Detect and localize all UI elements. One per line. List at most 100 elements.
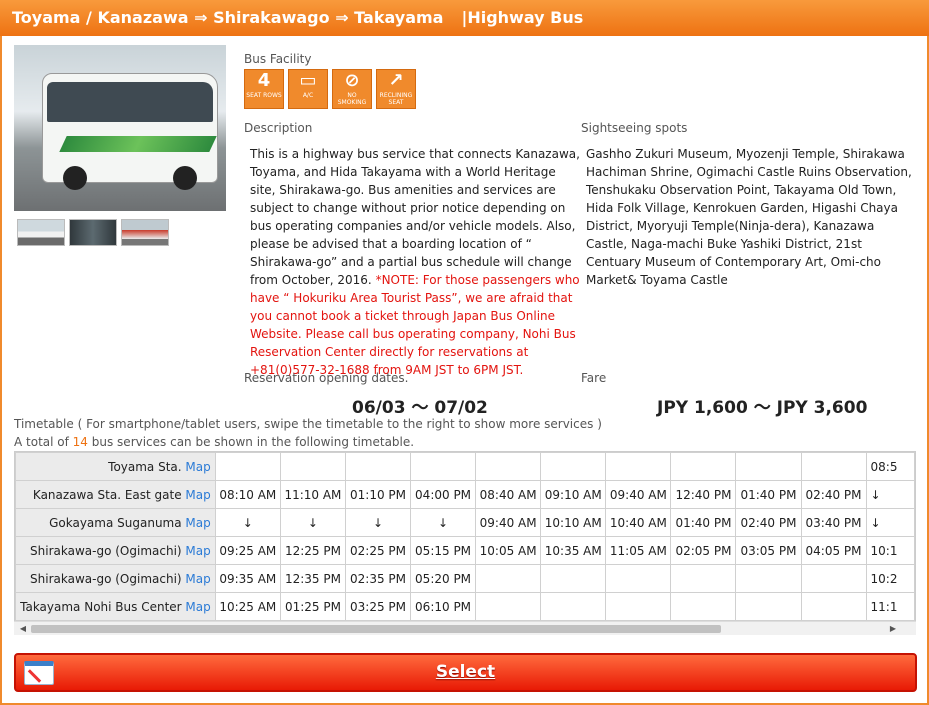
time-cell [670,564,737,593]
time-cell [344,452,412,481]
time-cell: 10:40 AM [605,508,672,537]
time-cell: ↓ [279,508,347,537]
time-cell: ↓ [410,508,477,537]
stop-name: Toyama Sta. Map [15,452,216,481]
description-text: This is a highway bus service that conne… [250,145,580,379]
time-cell: 01:10 PM [344,480,412,509]
time-cell: 09:10 AM [540,480,607,509]
time-cell: 09:25 AM [214,536,281,565]
select-button[interactable]: Select [14,653,917,692]
table-row: Shirakawa-go (Ogimachi) Map 09:35 AM 12:35… [15,564,915,593]
reservation-dates: 06/03 〜 07/02 [352,398,488,418]
stop-label: Shirakawa-go (Ogimachi) [30,571,182,586]
map-link[interactable]: Map [185,572,210,586]
time-cell: 03:40 PM [800,508,867,537]
stop-label: Kanazawa Sta. East gate [32,487,182,502]
service-count: 14 [72,435,88,449]
time-cell: 11:1 [865,592,915,621]
time-cell: 04:05 PM [800,536,867,565]
scroll-right-icon[interactable]: ▶ [886,622,900,636]
time-cell [800,592,867,621]
time-cell: 05:20 PM [410,564,477,593]
scrollbar-thumb[interactable] [31,625,721,633]
time-cell: 10:25 AM [214,592,281,621]
time-cell: 08:10 AM [214,480,281,509]
time-cell: ↓ [865,508,915,537]
stop-name: Takayama Nohi Bus Center Map [15,592,216,621]
time-cell: 10:2 [865,564,915,593]
timetable-total: A total of 14 bus services can be shown … [14,435,415,449]
stop-name: Kanazawa Sta. East gate Map [15,480,216,509]
fare-label: Fare [581,371,607,385]
time-cell: 01:25 PM [279,592,347,621]
stop-label: Shirakawa-go (Ogimachi) [30,543,182,558]
time-cell [540,592,607,621]
time-cell [540,452,607,481]
time-cell [670,452,737,481]
stop-label: Toyama Sta. [108,459,182,474]
table-row: Toyama Sta. Map 08:5 [15,452,915,481]
stop-name: Shirakawa-go (Ogimachi) Map [15,564,216,593]
fare-value: JPY 1,600 〜 JPY 3,600 [657,398,868,418]
description-label: Description [244,121,313,135]
time-cell: ↓ [865,480,915,509]
page-header: Toyama / Kanazawa ⇒ Shirakawago ⇒ Takaya… [0,0,929,36]
time-cell: 03:25 PM [344,592,412,621]
time-cell [214,452,281,481]
time-cell: 01:40 PM [670,508,737,537]
scroll-left-icon[interactable]: ◀ [16,622,30,636]
table-row: Gokayama Suganuma Map ↓ ↓ ↓ ↓ 09:40 AM 10:10 A… [15,508,915,537]
stop-name: Shirakawa-go (Ogimachi) Map [15,536,216,565]
time-cell [605,452,672,481]
table-row: Takayama Nohi Bus Center Map 10:25 AM 01:2… [15,592,915,621]
time-cell: 12:35 PM [279,564,347,593]
bus-photo [14,45,226,211]
description-note: *NOTE: For those passengers who have “ H… [250,273,580,377]
no-smoking-icon: ⊘ NO SMOKING [332,69,372,109]
bus-illustration [42,73,218,190]
time-cell: ↓ [214,508,281,537]
time-cell: 05:15 PM [410,536,477,565]
timetable-scrollbar[interactable]: ◀ ▶ [14,621,916,635]
map-link[interactable]: Map [185,544,210,558]
time-cell [800,452,867,481]
thumbnail-2[interactable] [69,219,117,246]
stop-name: Gokayama Suganuma Map [15,508,216,537]
map-link[interactable]: Map [185,600,210,614]
map-link[interactable]: Map [185,460,210,474]
time-cell: 12:25 PM [279,536,347,565]
time-cell: 11:05 AM [605,536,672,565]
time-cell: 02:40 PM [800,480,867,509]
time-cell: 02:25 PM [344,536,412,565]
time-cell: 03:05 PM [735,536,802,565]
route-title: Toyama / Kanazawa ⇒ Shirakawago ⇒ Takaya… [12,8,444,27]
time-cell: 08:40 AM [475,480,542,509]
timetable[interactable]: Toyama Sta. Map 08:5 Kanazawa Sta. East ga… [14,451,916,635]
time-cell: 09:40 AM [475,508,542,537]
thumbnail-3[interactable] [121,219,169,246]
table-row: Kanazawa Sta. East gate Map 08:10 AM 11:10… [15,480,915,509]
time-cell [735,592,802,621]
time-cell [410,452,477,481]
time-cell [279,452,347,481]
time-cell [475,592,542,621]
stop-label: Takayama Nohi Bus Center [20,599,182,614]
sightseeing-label: Sightseeing spots [581,121,688,135]
map-link[interactable]: Map [185,488,210,502]
reservation-label: Reservation opening dates. [244,371,409,385]
reclining-seat-icon: ↗ RECLINING SEAT [376,69,416,109]
thumbnail-1[interactable] [17,219,65,246]
stop-label: Gokayama Suganuma [49,515,182,530]
time-cell: 08:5 [865,452,915,481]
timetable-note: Timetable ( For smartphone/tablet users,… [14,417,602,431]
table-row: Shirakawa-go (Ogimachi) Map 09:25 AM 12:25… [15,536,915,565]
map-link[interactable]: Map [185,516,210,530]
sightseeing-text: Gashho Zukuri Museum, Myozenji Temple, S… [586,147,912,287]
calendar-icon [24,661,54,685]
time-cell: 10:05 AM [475,536,542,565]
facility-label: Bus Facility [244,52,312,66]
ac-icon: ▭ A/C [288,69,328,109]
time-cell: 06:10 PM [410,592,477,621]
service-type: |Highway Bus [461,8,584,27]
time-cell [605,564,672,593]
